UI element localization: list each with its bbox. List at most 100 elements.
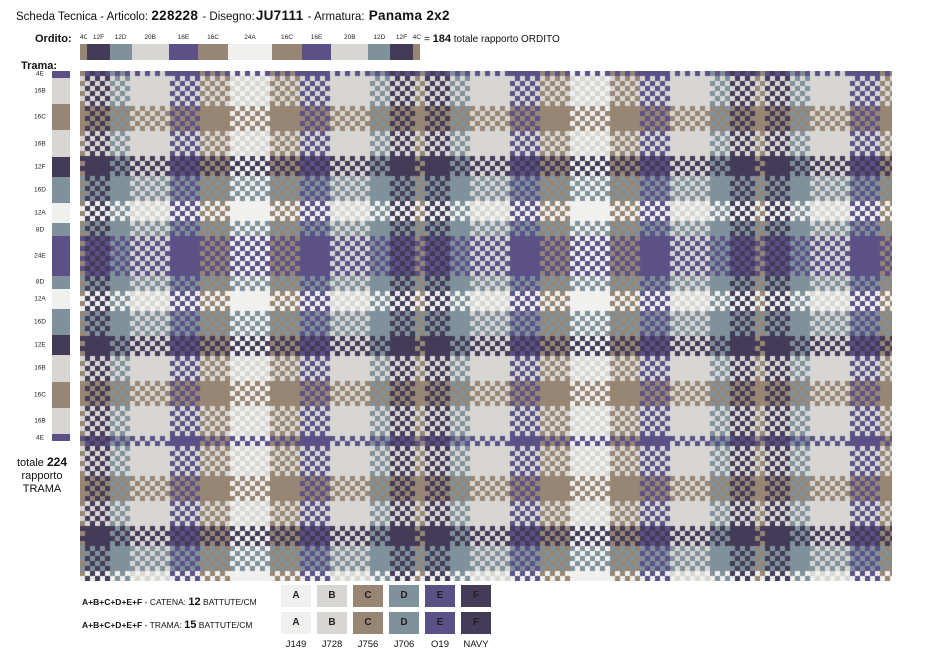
- catena-text: - CATENA:: [144, 597, 187, 607]
- warp-segment-swatch: [368, 44, 391, 60]
- weft-segment-label: 4E: [36, 434, 44, 442]
- warp-segment-swatch: [301, 44, 332, 60]
- weft-segment: 12E: [30, 335, 70, 356]
- weft-segment-label: 16C: [34, 391, 46, 399]
- weft-segment-swatch: [52, 289, 70, 309]
- weft-segment-label: 8D: [35, 226, 45, 234]
- weft-segment: 16B: [30, 407, 70, 435]
- catena-value: 12: [188, 596, 201, 608]
- warp-segment: 12D: [109, 32, 132, 60]
- weft-segment-label: 16D: [34, 186, 46, 194]
- warp-segment: 12F: [87, 32, 110, 60]
- weft-segment: 16B: [30, 77, 70, 105]
- warp-segment-swatch: [272, 44, 302, 60]
- weft-segment-label: 16D: [34, 318, 46, 326]
- weft-segment-label: 16C: [34, 113, 46, 121]
- warp-segment-swatch: [412, 44, 420, 60]
- warp-segment: 20B: [131, 32, 169, 60]
- legend-swatch-c: C: [353, 612, 383, 634]
- legend-swatch-c: C: [353, 585, 383, 607]
- legend-swatch-e: E: [425, 612, 455, 634]
- weft-total-value: 224: [46, 455, 67, 469]
- trama-unit: BATTUTE/CM: [198, 620, 253, 630]
- weft-segment: 12F: [30, 156, 70, 177]
- weft-segment: 16B: [30, 355, 70, 382]
- catena-formula: A+B+C+D+E+F: [82, 597, 143, 607]
- legend-swatch-b: B: [317, 612, 347, 634]
- design-label: - Disegno:: [202, 11, 255, 23]
- warp-segment-swatch: [168, 44, 199, 60]
- warp-segment-label: 12D: [368, 33, 391, 43]
- legend-catena: A+B+C+D+E+F - CATENA: 12 BATTUTE/CM: [82, 596, 257, 608]
- warp-segment: 16E: [168, 32, 199, 60]
- weft-segment-swatch: [52, 355, 70, 382]
- warp-total-text: totale rapporto ORDITO: [453, 34, 560, 45]
- trama-value: 15: [184, 619, 197, 631]
- warp-segment-label: 12F: [390, 33, 413, 43]
- warp-segment-label: 4C: [412, 33, 421, 43]
- weft-segment-label: 16B: [34, 364, 46, 372]
- weft-segment-swatch: [52, 77, 70, 105]
- weft-segment: 16C: [30, 104, 70, 131]
- weft-total-prefix: totale: [16, 457, 44, 469]
- warp-segment: 24A: [227, 32, 273, 60]
- warp-segment-label: 16E: [168, 33, 199, 43]
- warp-segment-swatch: [227, 44, 273, 60]
- weft-segment: 12A: [30, 289, 70, 309]
- weft-segment-label: 12A: [34, 295, 46, 303]
- warp-segment: 16C: [272, 32, 302, 60]
- fabric-pattern-preview: [80, 71, 892, 581]
- warp-segment: 12F: [390, 32, 413, 60]
- weft-segment-label: 16B: [34, 140, 46, 148]
- weft-segment-swatch: [52, 308, 70, 336]
- legend-color-code: J149: [285, 639, 307, 650]
- warp-total: = 184 totale rapporto ORDITO: [424, 33, 560, 45]
- warp-label: Ordito:: [35, 33, 72, 45]
- warp-segment-swatch: [87, 44, 110, 60]
- weft-segment-label: 24E: [34, 252, 46, 260]
- warp-segment-label: 16C: [198, 33, 228, 43]
- warp-segment: 4C: [412, 32, 421, 60]
- weft-segment-label: 12F: [34, 163, 46, 171]
- legend-color-code: J706: [393, 639, 415, 650]
- warp-segment-swatch: [131, 44, 169, 60]
- weft-total: totale 224 rapporto TRAMA: [14, 456, 70, 496]
- weft-segment: 8D: [30, 275, 70, 290]
- warp-segment-label: 20B: [131, 33, 169, 43]
- weft-segment-swatch: [52, 156, 70, 177]
- legend-swatch-d: D: [389, 612, 419, 634]
- warp-segment-label: 20B: [331, 33, 369, 43]
- legend-swatch-a: A: [281, 585, 311, 607]
- header-prefix: Scheda Tecnica - Articolo:: [16, 11, 149, 23]
- weft-segment-swatch: [52, 407, 70, 435]
- legend-swatch-f: F: [461, 585, 491, 607]
- warp-segment-swatch: [198, 44, 228, 60]
- weft-segment-swatch: [52, 71, 70, 78]
- weft-segment-label: 12A: [34, 209, 46, 217]
- legend-color-code: NAVY: [463, 639, 489, 650]
- catena-unit: BATTUTE/CM: [203, 597, 257, 607]
- warp-segment-swatch: [80, 44, 88, 60]
- weft-segment: 12A: [30, 203, 70, 223]
- weft-segment-swatch: [52, 176, 70, 204]
- warp-segment: 16C: [198, 32, 228, 60]
- weft-segment-swatch: [52, 335, 70, 356]
- legend-swatch-a: A: [281, 612, 311, 634]
- trama-formula: A+B+C+D+E+F: [82, 620, 143, 630]
- warp-segment-label: 16E: [301, 33, 332, 43]
- weft-segment-swatch: [52, 236, 70, 276]
- weft-segment: 24E: [30, 236, 70, 276]
- document-header: Scheda Tecnica - Articolo: 228228 - Dise…: [16, 8, 450, 23]
- design-code: JU7111: [255, 8, 304, 23]
- warp-segment-label: 4C: [80, 33, 89, 43]
- warp-total-value: 184: [432, 33, 451, 45]
- weft-segment: 16C: [30, 381, 70, 408]
- legend-swatch-e: E: [425, 585, 455, 607]
- weft-total-line3: TRAMA: [22, 483, 62, 495]
- warp-segment: 12D: [368, 32, 391, 60]
- warp-segment: 4C: [80, 32, 89, 60]
- warp-segment-label: 16C: [272, 33, 302, 43]
- weft-segment-swatch: [52, 130, 70, 157]
- weft-segment: 4E: [30, 434, 70, 441]
- warp-segment-swatch: [109, 44, 132, 60]
